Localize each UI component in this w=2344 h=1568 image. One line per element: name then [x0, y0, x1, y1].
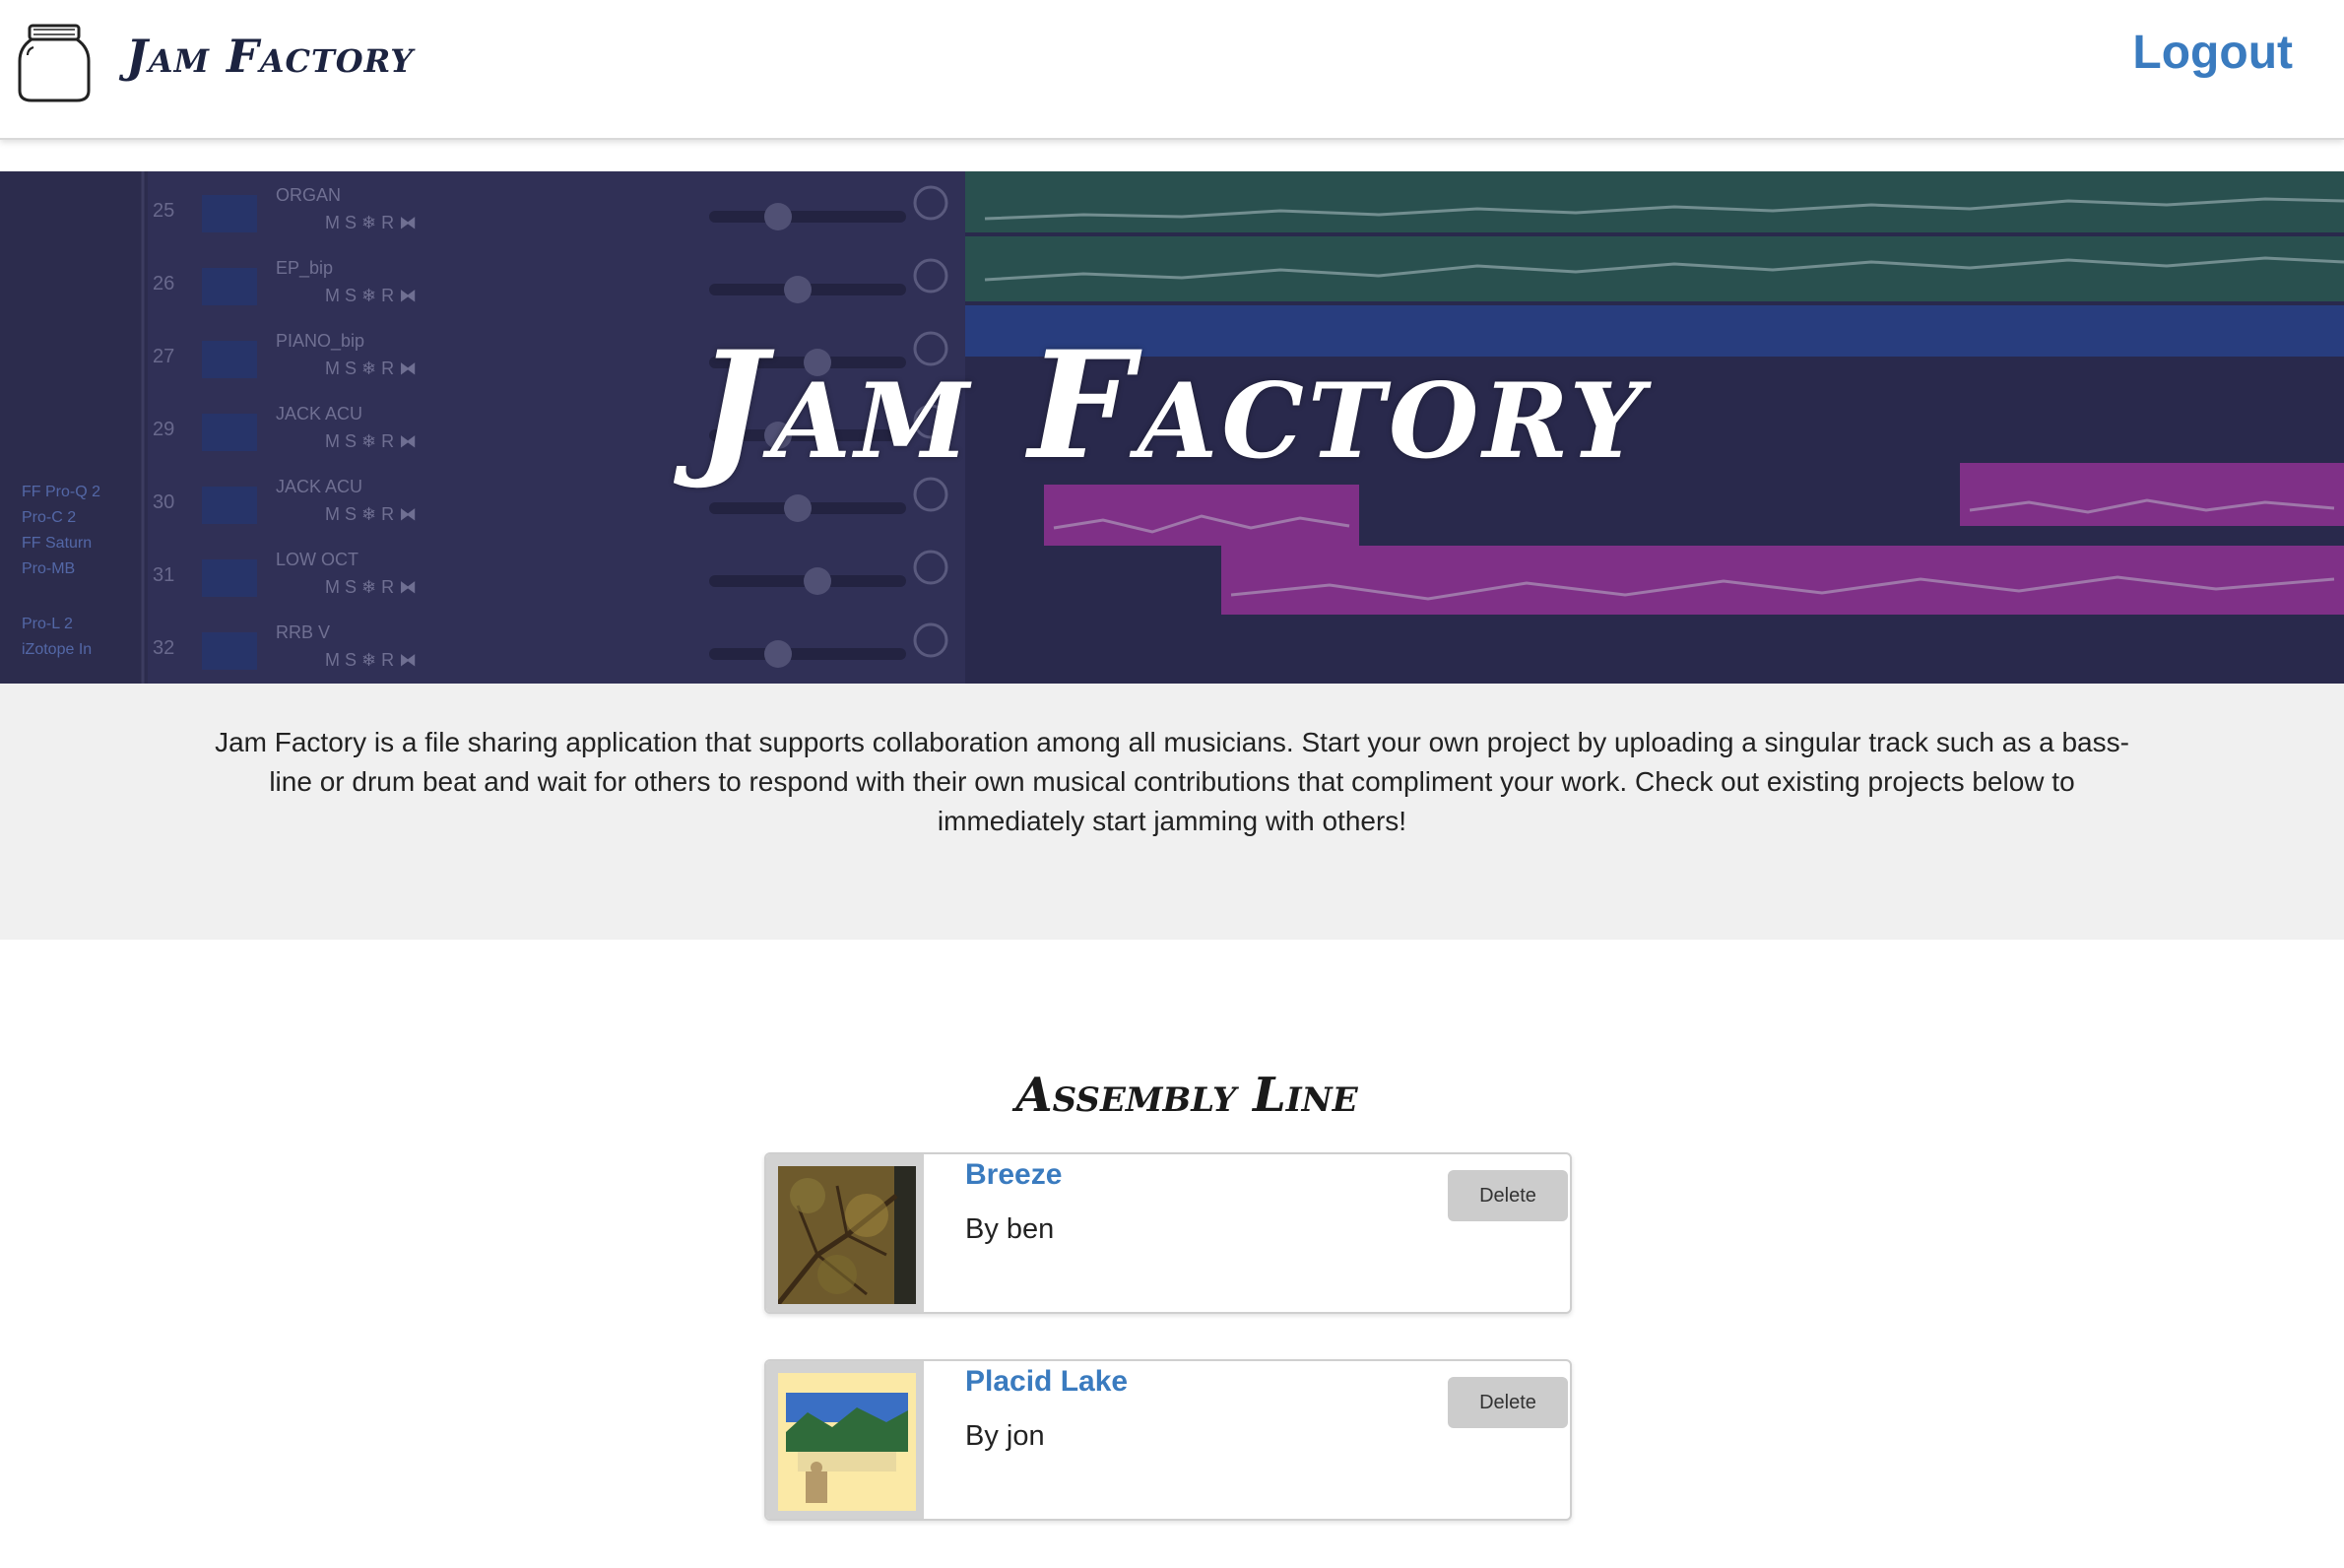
project-thumbnail-frame — [766, 1361, 924, 1519]
about-description: Jam Factory is a file sharing applicatio… — [215, 727, 2129, 836]
nav-brand-title[interactable]: Jam Factory — [126, 30, 414, 83]
logout-link[interactable]: Logout — [2132, 26, 2293, 80]
assembly-line-heading: Assembly Line — [1015, 1068, 1358, 1123]
project-list: Breeze By ben Delete Placid Lake By jon … — [764, 1152, 1572, 1566]
mason-jar-icon[interactable] — [16, 22, 93, 104]
lake-landscape-thumbnail[interactable] — [778, 1373, 916, 1511]
hero-banner: 25 ORGAN M S ❄ R ⧓ 26 EP_bip M S ❄ R ⧓ 27 PIANO… — [0, 171, 2344, 684]
project-title-link[interactable]: Breeze — [965, 1158, 1062, 1192]
top-navbar: Jam Factory Logout — [0, 0, 2344, 140]
about-section: Jam Factory is a file sharing applicatio… — [0, 684, 2344, 940]
project-author: By ben — [965, 1213, 1055, 1245]
project-card: Breeze By ben Delete — [764, 1152, 1572, 1314]
delete-button[interactable]: Delete — [1448, 1170, 1568, 1221]
project-card: Placid Lake By jon Delete — [764, 1359, 1572, 1521]
delete-button[interactable]: Delete — [1448, 1377, 1568, 1428]
hero-title: Jam Factory — [696, 319, 1648, 492]
project-author: By jon — [965, 1420, 1045, 1452]
project-thumbnail-frame — [766, 1154, 924, 1312]
project-title-link[interactable]: Placid Lake — [965, 1365, 1128, 1399]
tree-branches-thumbnail[interactable] — [778, 1166, 916, 1304]
